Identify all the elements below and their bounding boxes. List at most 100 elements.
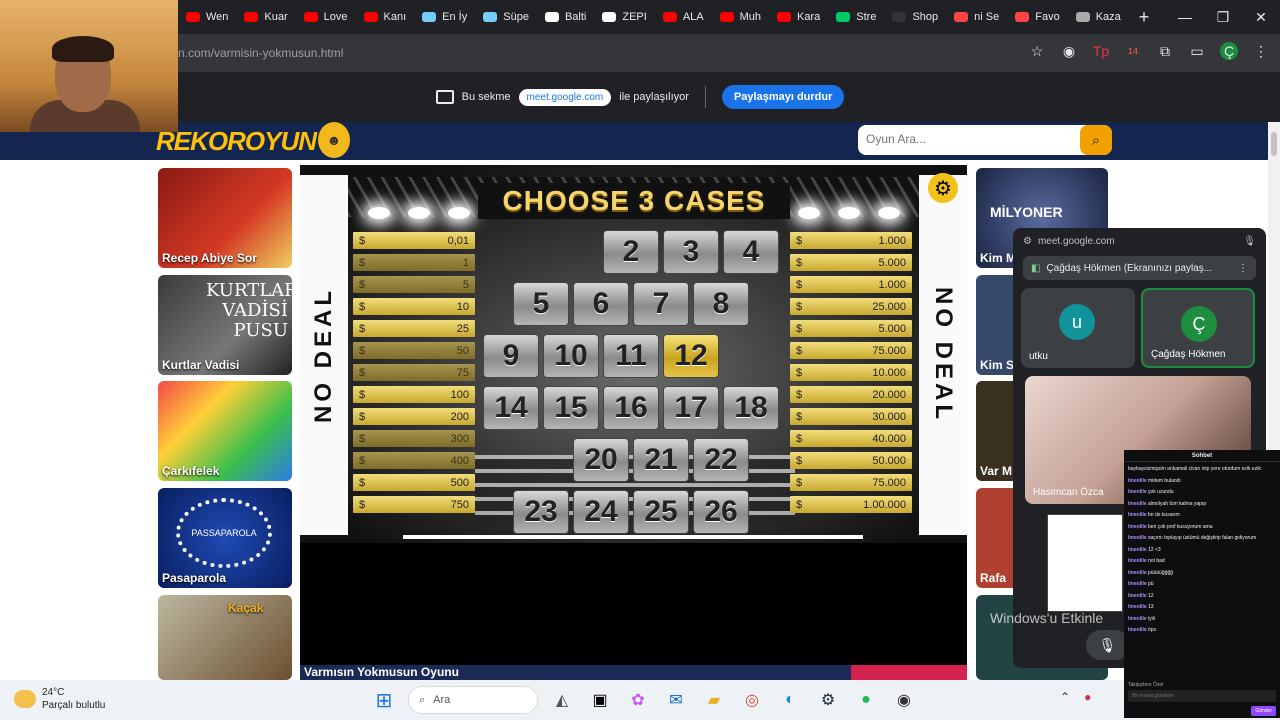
url-field[interactable]: n.com/varmisin-yokmusun.html (178, 46, 343, 60)
meet-sharing-row[interactable]: ◧ Çağdaş Hökmen (Ekranınızı paylaş... ⋮ (1023, 256, 1256, 280)
chat-username[interactable]: lmeolile (1128, 593, 1147, 599)
briefcase-9[interactable]: 9 (483, 334, 539, 378)
briefcase-11[interactable]: 11 (603, 334, 659, 378)
game-card-kacak[interactable]: Kaçak (158, 595, 292, 680)
briefcase-5[interactable]: 5 (513, 282, 569, 326)
briefcase-8[interactable]: 8 (693, 282, 749, 326)
browser-tab[interactable]: ALA (655, 0, 712, 34)
chat-username[interactable]: lmeolile (1128, 616, 1147, 622)
participant-tile-utku[interactable]: u utku (1021, 288, 1135, 368)
briefcase-26[interactable]: 26 (693, 490, 749, 534)
chat-message-input[interactable] (1128, 690, 1276, 702)
briefcase-23[interactable]: 23 (513, 490, 569, 534)
tray-chevron-icon[interactable]: ⌃ (1060, 690, 1070, 704)
weather-widget[interactable]: 24°C Parçalı bulutlu (14, 686, 105, 712)
browser-tab[interactable]: Wen (178, 0, 236, 34)
briefcase-10[interactable]: 10 (543, 334, 599, 378)
game-card-recep[interactable]: Recep Abiye Sor (158, 168, 292, 268)
browser-tab[interactable]: En İy (414, 0, 475, 34)
tray-app-icon[interactable]: ● (1084, 690, 1091, 704)
steam-icon[interactable]: ⚙ (814, 686, 842, 714)
browser-tab[interactable]: Kanı (356, 0, 415, 34)
browser-tab[interactable]: Shop (884, 0, 946, 34)
chat-username[interactable]: lmeolile (1128, 627, 1147, 633)
chat-username[interactable]: lmeolile (1128, 478, 1147, 484)
briefcase-18[interactable]: 18 (723, 386, 779, 430)
spotify-icon[interactable]: ● (852, 686, 880, 714)
taskbar-search[interactable]: ⌕ Ara (408, 686, 538, 714)
briefcase-25[interactable]: 25 (633, 490, 689, 534)
chat-username[interactable]: lmeolile (1128, 535, 1147, 541)
bookmark-star-icon[interactable]: ☆ (1028, 42, 1046, 60)
task-view-icon[interactable]: ▣ (586, 686, 614, 714)
chat-username[interactable]: lmeolile (1128, 501, 1147, 507)
briefcase-16[interactable]: 16 (603, 386, 659, 430)
translate-icon[interactable]: Tp (1092, 42, 1110, 60)
browser-tab[interactable]: Süpe (475, 0, 537, 34)
chat-username[interactable]: lmeolile (1128, 547, 1147, 553)
briefcase-3[interactable]: 3 (663, 230, 719, 274)
browser-tab[interactable]: Kara (769, 0, 828, 34)
site-logo[interactable]: REKOROYUN (156, 126, 317, 157)
briefcase-4[interactable]: 4 (723, 230, 779, 274)
participant-tile-cagdas[interactable]: Ç Çağdaş Hökmen (1141, 288, 1255, 368)
game-card-carkifelek[interactable]: Çarkıfelek (158, 381, 292, 481)
browser-tab[interactable]: Kuar (236, 0, 295, 34)
chat-username[interactable]: lmeolile (1128, 581, 1147, 587)
briefcase-12[interactable]: 12 (663, 334, 719, 378)
maximize-icon[interactable]: ❐ (1204, 0, 1242, 34)
briefcase-20[interactable]: 20 (573, 438, 629, 482)
chat-username[interactable]: lmeolile (1128, 489, 1147, 495)
search-icon[interactable]: ⌕ (1080, 125, 1112, 155)
game-card-kurtlar[interactable]: KURTLAR VADİSİ PUSU Kurtlar Vadisi (158, 275, 292, 375)
extension-icon[interactable]: ◉ (1060, 42, 1078, 60)
browser-tab[interactable]: Muh (712, 0, 769, 34)
briefcase-22[interactable]: 22 (693, 438, 749, 482)
browser-tab[interactable]: Balti (537, 0, 594, 34)
browser-tab[interactable]: ZEPI (594, 0, 654, 34)
new-tab-button[interactable]: + (1129, 7, 1160, 28)
more-options-icon[interactable]: ⋮ (1238, 263, 1248, 274)
briefcase-24[interactable]: 24 (573, 490, 629, 534)
briefcase-14[interactable]: 14 (483, 386, 539, 430)
browser-tab[interactable]: Love (296, 0, 356, 34)
chrome-icon[interactable]: ◎ (738, 686, 766, 714)
start-icon[interactable]: ⊞ (370, 686, 398, 714)
briefcase-7[interactable]: 7 (633, 282, 689, 326)
microphone-toggle-icon[interactable]: 🎙 (1085, 630, 1130, 660)
chat-username[interactable]: lmeolile (1128, 524, 1147, 530)
briefcase-2[interactable]: 2 (603, 230, 659, 274)
menu-kebab-icon[interactable]: ⋮ (1252, 42, 1270, 60)
sidebar-icon[interactable]: ▭ (1188, 42, 1206, 60)
close-icon[interactable]: ✕ (1242, 0, 1280, 34)
chat-send-button[interactable]: Gönder (1251, 706, 1276, 716)
chat-username[interactable]: lmeolile (1128, 558, 1147, 564)
minimize-icon[interactable]: — (1166, 0, 1204, 34)
browser-tab[interactable]: Stre (828, 0, 884, 34)
obs-icon[interactable]: ◉ (890, 686, 918, 714)
edge-icon[interactable]: ◐ (776, 686, 804, 714)
stop-sharing-button[interactable]: Paylaşmayı durdur (721, 85, 845, 109)
fullscreen-button[interactable] (851, 665, 967, 680)
briefcase-21[interactable]: 21 (633, 438, 689, 482)
chat-username[interactable]: lmeolile (1128, 512, 1147, 518)
outlook-icon[interactable]: ✉ (662, 686, 690, 714)
game-app-icon[interactable]: ◭ (548, 686, 576, 714)
gear-icon[interactable]: ⚙ (928, 173, 958, 203)
file-explorer-icon[interactable]: ▰ (700, 686, 728, 714)
briefcase-17[interactable]: 17 (663, 386, 719, 430)
copilot-icon[interactable]: ✿ (624, 686, 652, 714)
briefcase-15[interactable]: 15 (543, 386, 599, 430)
chat-username[interactable]: lmeolile (1128, 604, 1147, 610)
browser-tab[interactable]: ni Se (946, 0, 1007, 34)
browser-tab[interactable]: Favo (1007, 0, 1067, 34)
profile-avatar[interactable]: Ç (1220, 42, 1238, 60)
microphone-icon[interactable]: 🎙 (1243, 236, 1256, 247)
extension-badge[interactable]: 14 (1124, 42, 1142, 60)
extensions-puzzle-icon[interactable]: ⧉ (1156, 42, 1174, 60)
game-search-input[interactable] (866, 132, 1066, 146)
game-card-pasaparola[interactable]: PASSAPAROLA Pasaparola (158, 488, 292, 588)
meet-settings-icon[interactable]: ⚙ (1023, 236, 1032, 247)
game-canvas[interactable]: NO DEAL NO DEAL CHOOSE 3 CASES ⚙ $0,01 $1… (300, 165, 967, 680)
browser-tab[interactable]: Kaza (1068, 0, 1129, 34)
